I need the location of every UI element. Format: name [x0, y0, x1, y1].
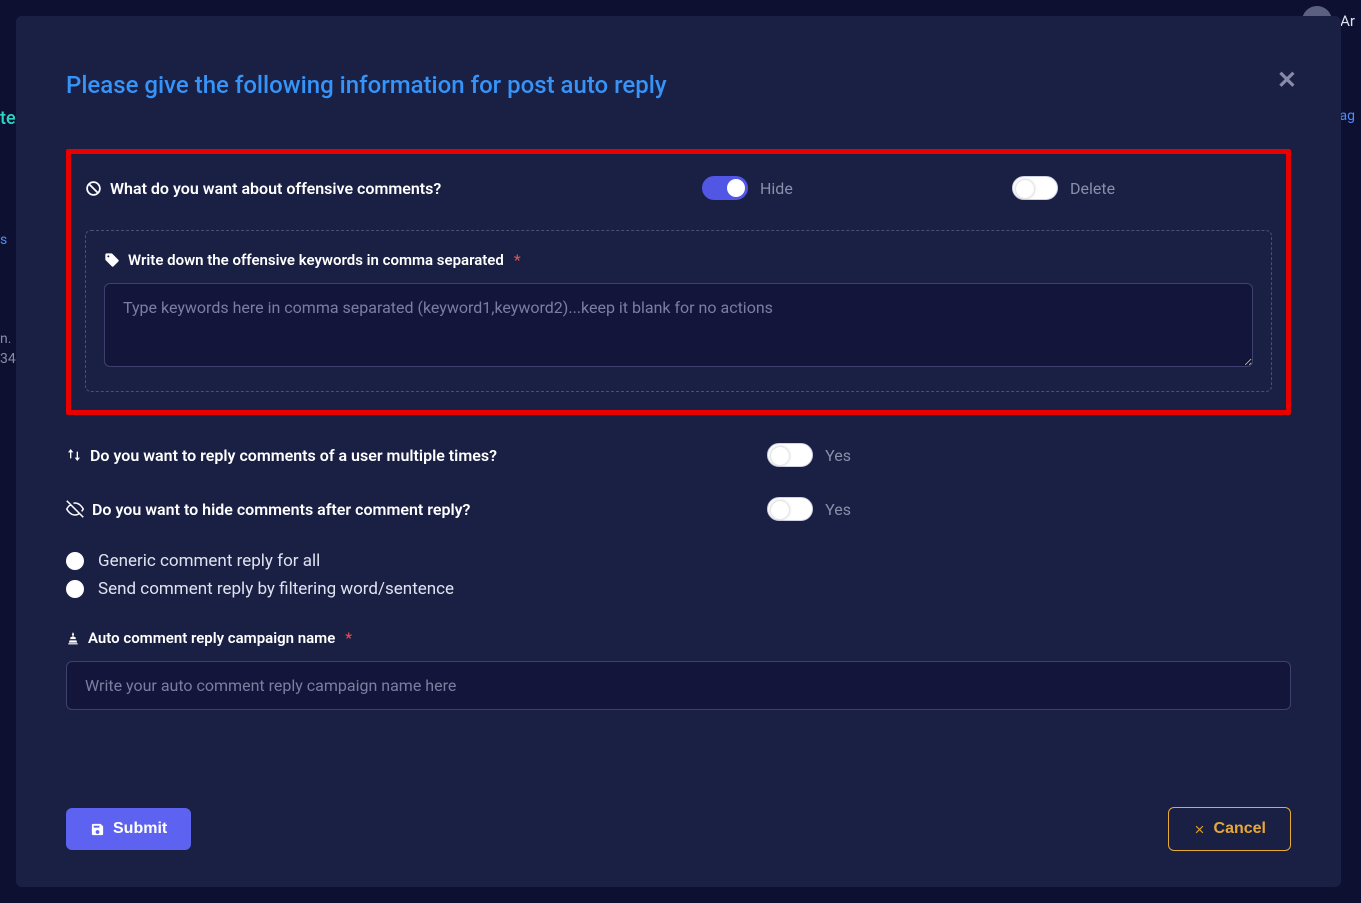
sort-icon [66, 447, 82, 463]
bg-fragment: n. 34 [0, 330, 16, 369]
close-icon[interactable]: ✕ [1277, 66, 1297, 94]
multi-reply-toggle[interactable] [767, 443, 813, 467]
submit-button[interactable]: Submit [66, 808, 191, 850]
multi-reply-toggle-label: Yes [825, 446, 851, 465]
hide-after-label: Do you want to hide comments after comme… [92, 500, 470, 519]
hide-after-row: Do you want to hide comments after comme… [66, 497, 1291, 521]
close-icon [1193, 823, 1206, 836]
bg-fragment: ag [1340, 108, 1355, 124]
cancel-button[interactable]: Cancel [1168, 807, 1291, 851]
hide-after-toggle-label: Yes [825, 500, 851, 519]
modal-footer: Submit Cancel [66, 807, 1291, 851]
hide-toggle[interactable] [702, 176, 748, 200]
keywords-label: Write down the offensive keywords in com… [128, 251, 504, 269]
cancel-button-label: Cancel [1214, 820, 1266, 838]
eye-slash-icon [66, 500, 84, 518]
offensive-section-highlight: What do you want about offensive comment… [66, 149, 1291, 415]
campaign-name-input[interactable] [66, 661, 1291, 710]
hide-after-toggle[interactable] [767, 497, 813, 521]
submit-button-label: Submit [113, 820, 167, 838]
generic-reply-radio[interactable] [66, 552, 84, 570]
required-marker: * [514, 251, 521, 269]
generic-reply-label: Generic comment reply for all [98, 551, 320, 571]
save-icon [90, 822, 105, 837]
campaign-name-label: Auto comment reply campaign name [88, 629, 335, 647]
filter-reply-radio[interactable] [66, 580, 84, 598]
multi-reply-row: Do you want to reply comments of a user … [66, 443, 1291, 467]
offensive-question-row: What do you want about offensive comment… [85, 176, 1272, 200]
multi-reply-label: Do you want to reply comments of a user … [90, 446, 497, 465]
username-fragment: Ar [1340, 12, 1355, 30]
ban-icon [85, 180, 102, 197]
auto-reply-modal: ✕ Please give the following information … [16, 16, 1341, 887]
modal-title: Please give the following information fo… [66, 71, 1291, 99]
tag-icon [104, 252, 120, 268]
offensive-keywords-input[interactable] [104, 283, 1253, 367]
offensive-question-label: What do you want about offensive comment… [110, 179, 441, 198]
filter-reply-label: Send comment reply by filtering word/sen… [98, 579, 454, 599]
keywords-box: Write down the offensive keywords in com… [85, 230, 1272, 392]
required-marker: * [345, 629, 352, 647]
bg-fragment: te [0, 108, 16, 129]
delete-toggle-label: Delete [1070, 179, 1115, 198]
delete-toggle[interactable] [1012, 176, 1058, 200]
hide-toggle-label: Hide [760, 179, 793, 198]
bg-fragment: s [0, 232, 7, 248]
chess-icon [66, 631, 80, 645]
